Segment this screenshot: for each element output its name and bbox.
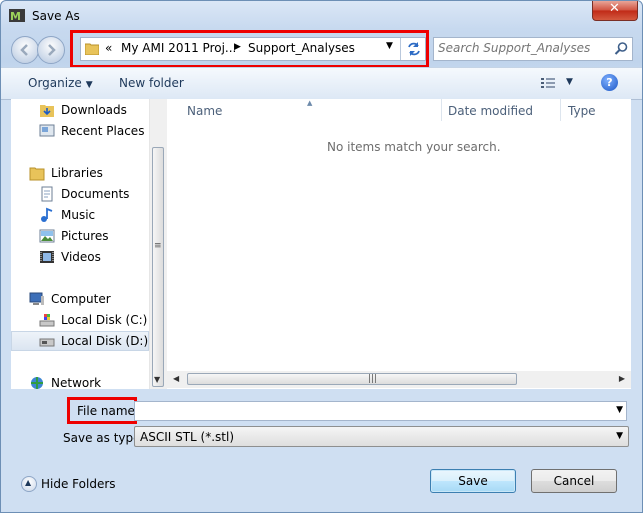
libraries-icon <box>29 167 45 181</box>
file-name-highlight-box <box>67 397 137 424</box>
nav-item-libraries[interactable]: Libraries <box>11 163 151 183</box>
videos-icon <box>40 251 54 263</box>
hide-folders-label: Hide Folders <box>41 477 116 491</box>
nav-item-downloads[interactable]: Downloads <box>11 100 151 120</box>
column-divider[interactable] <box>441 99 442 121</box>
save-button[interactable]: Save <box>430 469 516 493</box>
nav-label: Local Disk (D:) <box>61 334 149 348</box>
nav-item-local-disk-c[interactable]: Local Disk (C:) <box>11 310 151 330</box>
organize-menu[interactable]: Organize ▼ <box>28 76 93 90</box>
nav-label: Recent Places <box>61 124 145 138</box>
navigation-pane: Downloads Recent Places Libraries Docume… <box>11 99 167 389</box>
new-folder-button[interactable]: New folder <box>119 76 184 90</box>
nav-item-recent-places[interactable]: Recent Places <box>11 121 151 141</box>
chevron-down-icon[interactable]: ▼ <box>616 431 623 441</box>
hide-folders-button[interactable]: ▲ Hide Folders <box>21 476 121 494</box>
cancel-button[interactable]: Cancel <box>531 469 617 493</box>
grip-icon: ||| <box>368 374 378 384</box>
nav-item-documents[interactable]: Documents <box>11 184 151 204</box>
sort-ascending-icon: ▲ <box>307 99 313 107</box>
documents-icon <box>41 186 53 202</box>
drive-icon <box>39 338 55 347</box>
nav-label: Pictures <box>61 229 109 243</box>
svg-text:M: M <box>10 10 21 23</box>
downloads-folder-icon <box>40 105 54 117</box>
scroll-down-icon[interactable]: ▼ <box>154 375 160 384</box>
hscrollbar-thumb[interactable]: ||| <box>187 373 517 385</box>
collapse-up-icon: ▲ <box>21 476 37 492</box>
file-name-input[interactable]: ▼ <box>134 401 627 421</box>
nav-label: Music <box>61 208 96 222</box>
nav-item-local-disk-d[interactable]: Local Disk (D:) <box>11 331 149 351</box>
nav-label: Documents <box>61 187 130 201</box>
close-icon: ✕ <box>609 1 620 16</box>
close-button[interactable]: ✕ <box>592 1 638 21</box>
column-divider[interactable] <box>560 99 561 121</box>
music-icon <box>41 207 53 222</box>
nav-label: Downloads <box>61 103 127 117</box>
column-header-name[interactable]: Name <box>187 104 222 118</box>
column-header-date-modified[interactable]: Date modified <box>448 104 533 118</box>
window-title: Save As <box>32 9 80 23</box>
file-list-hscrollbar[interactable]: ◀ ||| ▶ <box>167 371 631 388</box>
save-as-type-select[interactable]: ASCII STL (*.stl) ▼ <box>134 426 629 447</box>
save-as-type-value: ASCII STL (*.stl) <box>140 430 235 444</box>
empty-message: No items match your search. <box>327 140 501 154</box>
scroll-left-icon[interactable]: ◀ <box>173 374 179 383</box>
nav-label: Videos <box>61 250 101 264</box>
search-icon[interactable] <box>614 41 629 56</box>
views-icon[interactable] <box>541 77 559 90</box>
grip-icon: ≡ <box>154 241 162 251</box>
views-dropdown-icon[interactable]: ▼ <box>566 77 573 87</box>
save-as-type-label: Save as type: <box>63 431 145 445</box>
address-highlight-box <box>70 30 429 68</box>
app-icon: M <box>9 9 25 23</box>
nav-item-pictures[interactable]: Pictures <box>11 226 151 246</box>
organize-label: Organize <box>28 76 82 90</box>
scroll-right-icon[interactable]: ▶ <box>619 374 625 383</box>
computer-icon <box>29 292 44 305</box>
nav-item-network[interactable]: Network <box>11 373 151 389</box>
nav-label: Network <box>51 376 102 389</box>
chevron-down-icon: ▼ <box>85 80 93 90</box>
save-as-dialog: M Save As ✕ « My AMI 2011 Proj... ▶ Supp… <box>0 0 643 513</box>
forward-button[interactable] <box>37 36 65 64</box>
nav-scrollbar[interactable]: ≡ ▼ <box>149 99 167 389</box>
help-icon[interactable]: ? <box>601 74 618 91</box>
nav-item-music[interactable]: Music <box>11 205 151 225</box>
nav-label: Local Disk (C:) <box>61 313 148 327</box>
pictures-icon <box>39 229 55 243</box>
nav-item-videos[interactable]: Videos <box>11 247 151 267</box>
column-header-type[interactable]: Type <box>568 104 596 118</box>
nav-item-computer[interactable]: Computer <box>11 289 151 309</box>
system-drive-icon <box>39 314 55 327</box>
search-box[interactable] <box>433 37 633 61</box>
arrow-left-icon <box>20 44 28 56</box>
nav-scrollbar-thumb[interactable] <box>152 147 164 387</box>
back-button[interactable] <box>11 36 39 64</box>
title-bar: M Save As ✕ <box>1 1 642 31</box>
nav-label: Libraries <box>51 166 103 180</box>
file-name-dropdown-icon[interactable]: ▼ <box>616 405 623 415</box>
recent-places-icon <box>39 124 55 137</box>
network-icon <box>31 377 43 389</box>
toolbar: Organize ▼ New folder ▼ ? <box>1 67 642 100</box>
search-input[interactable] <box>438 41 606 55</box>
nav-label: Computer <box>51 292 111 306</box>
arrow-right-icon <box>48 44 56 56</box>
file-list[interactable]: ▲ Name Date modified Type No items match… <box>167 99 631 389</box>
